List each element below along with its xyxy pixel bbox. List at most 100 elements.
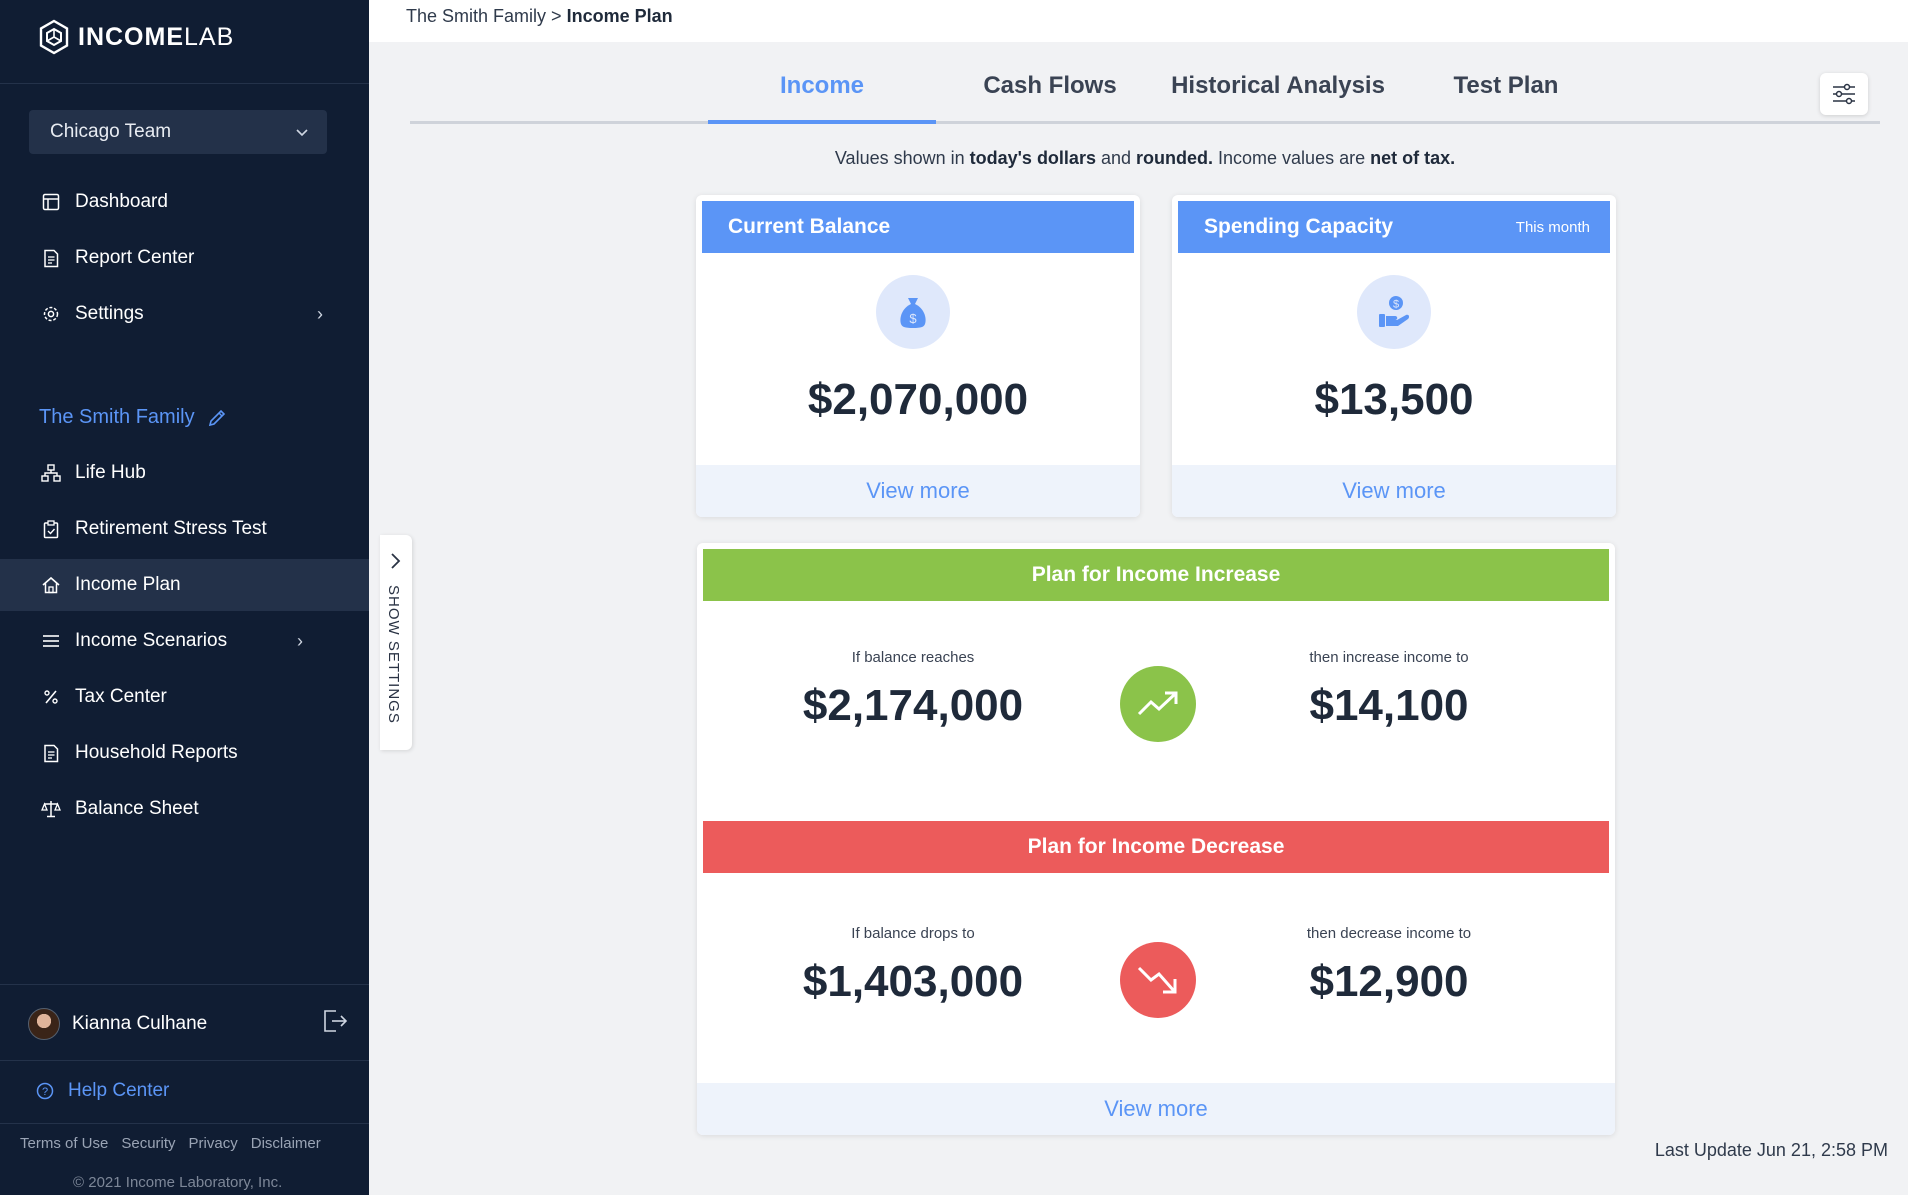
user-name: Kianna Culhane	[72, 1013, 208, 1034]
decrease-balance-value: $1,403,000	[802, 957, 1024, 1006]
user-row[interactable]: Kianna Culhane	[28, 1006, 348, 1042]
list-icon	[40, 630, 62, 652]
help-center-label: Help Center	[68, 1080, 170, 1101]
scale-icon	[40, 798, 62, 820]
hierarchy-icon	[40, 462, 62, 484]
tab-cash-flows[interactable]: Cash Flows	[936, 72, 1164, 124]
card-header: Spending Capacity This month	[1178, 201, 1610, 253]
decrease-left-caption: If balance drops to	[851, 925, 975, 942]
card-title: Current Balance	[728, 215, 891, 238]
footer-links: Terms of Use Security Privacy Disclaimer	[20, 1135, 321, 1152]
help-icon: ?	[36, 1082, 54, 1100]
sidebar-item-label: Settings	[75, 303, 144, 324]
divider	[0, 1060, 369, 1061]
sidebar-item-label: Balance Sheet	[75, 798, 199, 819]
increase-left-caption: If balance reaches	[851, 649, 975, 666]
sidebar-item-label: Income Scenarios	[75, 630, 228, 651]
card-subtitle: This month	[1515, 218, 1590, 236]
svg-text:?: ?	[42, 1086, 48, 1098]
hexagon-logo-icon	[39, 19, 69, 55]
top-bar: The Smith Family > Income Plan	[369, 0, 1908, 42]
sliders-icon	[1833, 83, 1855, 105]
sidebar-item-tax-center[interactable]: Tax Center	[0, 671, 369, 723]
spending-capacity-card: Spending Capacity This month $ $13,500 V…	[1172, 195, 1616, 517]
increase-income-value: $14,100	[1309, 681, 1469, 730]
hand-dollar-icon: $	[1357, 275, 1431, 349]
pencil-icon[interactable]	[207, 408, 227, 428]
sidebar-item-label: Dashboard	[75, 191, 168, 212]
show-settings-tab[interactable]: SHOW SETTINGS	[380, 535, 412, 750]
trend-down-icon	[1120, 942, 1196, 1018]
current-balance-value: $2,070,000	[807, 375, 1029, 424]
footer-link-disclaimer[interactable]: Disclaimer	[251, 1135, 321, 1152]
income-plan-view-more[interactable]: View more	[697, 1083, 1615, 1135]
breadcrumb-current: Income Plan	[566, 6, 673, 26]
tab-bar: Income Cash Flows Historical Analysis Te…	[410, 60, 1880, 124]
logout-icon[interactable]	[322, 1008, 348, 1034]
decrease-right-caption: then decrease income to	[1306, 925, 1472, 942]
footer-link-terms[interactable]: Terms of Use	[20, 1135, 108, 1152]
tab-test-plan[interactable]: Test Plan	[1392, 72, 1620, 124]
sidebar-item-dashboard[interactable]: Dashboard	[0, 176, 369, 228]
increase-balance-value: $2,174,000	[802, 681, 1024, 730]
document-icon	[40, 247, 62, 269]
decrease-income-value: $12,900	[1309, 957, 1469, 1006]
copyright-text: 2021 Income Laboratory, Inc.	[88, 1174, 283, 1191]
spending-capacity-view-more[interactable]: View more	[1172, 465, 1616, 517]
last-update: Last Update Jun 21, 2:58 PM	[1654, 1140, 1888, 1160]
chevron-right-icon: ›	[297, 630, 303, 651]
clipboard-icon	[40, 518, 62, 540]
sidebar-item-label: Retirement Stress Test	[75, 518, 267, 539]
trend-up-icon	[1120, 666, 1196, 742]
family-name: The Smith Family	[39, 406, 195, 428]
breadcrumb-parent[interactable]: The Smith Family	[406, 6, 546, 26]
sidebar-item-report-center[interactable]: Report Center	[0, 232, 369, 284]
spending-capacity-value: $13,500	[1314, 375, 1474, 424]
plan-increase-header: Plan for Income Increase	[703, 549, 1609, 601]
footer-link-security[interactable]: Security	[121, 1135, 175, 1152]
incomelab-logo[interactable]: INCOMELAB	[38, 18, 234, 56]
layout-icon	[40, 191, 62, 213]
help-center-link[interactable]: ? Help Center	[36, 1080, 169, 1102]
sidebar-item-label: Report Center	[75, 247, 195, 268]
current-balance-card: Current Balance $ $2,070,000 View more	[696, 195, 1140, 517]
team-select-value: Chicago Team	[50, 121, 172, 142]
sidebar-item-settings[interactable]: Settings ›	[0, 288, 369, 340]
increase-right-caption: then increase income to	[1309, 649, 1469, 666]
divider	[0, 1123, 369, 1124]
sidebar-item-household-reports[interactable]: Household Reports	[0, 727, 369, 779]
card-title: Spending Capacity	[1204, 215, 1394, 238]
sidebar-item-income-plan[interactable]: Income Plan	[0, 559, 369, 611]
sidebar-item-life-hub[interactable]: Life Hub	[0, 447, 369, 499]
plan-decrease-header: Plan for Income Decrease	[703, 821, 1609, 873]
chevron-right-icon: ›	[317, 303, 323, 324]
svg-text:$: $	[909, 311, 917, 326]
avatar	[28, 1008, 60, 1040]
svg-text:$: $	[1393, 299, 1399, 311]
show-settings-label: SHOW SETTINGS	[385, 585, 402, 724]
sidebar-item-income-scenarios[interactable]: Income Scenarios ›	[0, 615, 369, 667]
sidebar-item-label: Tax Center	[75, 686, 167, 707]
sidebar-item-retirement-stress-test[interactable]: Retirement Stress Test	[0, 503, 369, 555]
home-icon	[40, 574, 62, 596]
family-title[interactable]: The Smith Family	[39, 406, 227, 429]
filter-settings-button[interactable]	[1820, 73, 1868, 115]
team-select[interactable]: Chicago Team	[29, 110, 327, 154]
sidebar-item-label: Income Plan	[75, 574, 181, 595]
divider	[0, 83, 369, 84]
percent-icon	[40, 686, 62, 708]
sidebar: INCOMELAB Chicago Team Dashboard Report …	[0, 0, 369, 1195]
divider	[0, 984, 369, 985]
copyright-icon: ©	[73, 1174, 85, 1191]
sidebar-item-label: Life Hub	[75, 462, 146, 483]
gear-icon	[40, 303, 62, 325]
tab-historical-analysis[interactable]: Historical Analysis	[1164, 72, 1392, 124]
copyright: © 2021 Income Laboratory, Inc.	[73, 1174, 282, 1191]
card-header: Current Balance	[702, 201, 1134, 253]
tab-income[interactable]: Income	[708, 72, 936, 124]
sidebar-item-balance-sheet[interactable]: Balance Sheet	[0, 783, 369, 835]
money-bag-icon: $	[876, 275, 950, 349]
footer-link-privacy[interactable]: Privacy	[189, 1135, 238, 1152]
breadcrumb-separator: >	[551, 6, 562, 26]
current-balance-view-more[interactable]: View more	[696, 465, 1140, 517]
